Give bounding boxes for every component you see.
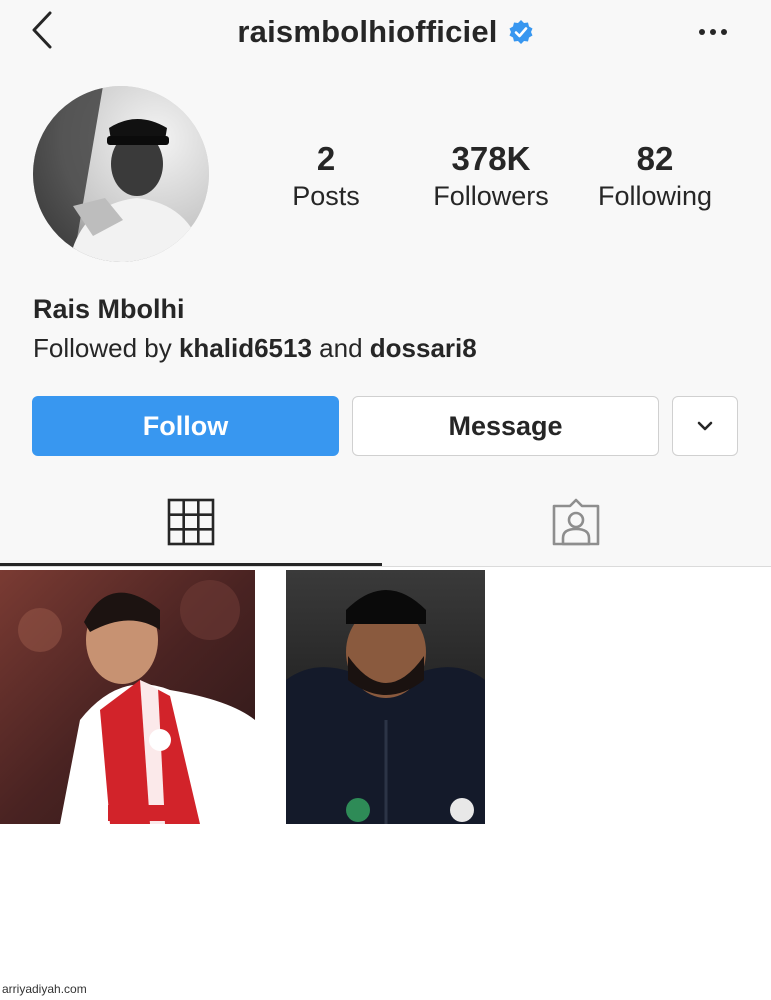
verified-badge-icon	[509, 20, 533, 44]
chevron-down-icon	[697, 421, 713, 431]
posts-count[interactable]: 2 Posts	[270, 140, 382, 214]
following-number: 82	[636, 140, 674, 177]
profile-avatar[interactable]	[33, 86, 209, 262]
tab-grid[interactable]	[156, 494, 226, 550]
more-options-button[interactable]	[689, 18, 737, 46]
followers-count[interactable]: 378K Followers	[420, 140, 562, 214]
followed-by-joiner: and	[311, 333, 370, 363]
profile-username: raismbolhiofficiel	[237, 14, 498, 49]
profile-name: Rais Mbolhi	[33, 294, 185, 324]
dot	[721, 29, 727, 35]
following-label: Following	[597, 181, 713, 211]
followed-by-user-link[interactable]: khalid6513	[179, 333, 312, 363]
followed-by-user-link[interactable]: dossari8	[370, 333, 477, 363]
tab-tagged[interactable]	[541, 494, 611, 550]
tagged-person-icon	[552, 498, 600, 546]
avatar-photo	[33, 86, 209, 262]
grid-icon	[167, 498, 215, 546]
posts-number: 2	[316, 140, 336, 177]
message-button[interactable]: Message	[352, 396, 659, 456]
posts-label: Posts	[292, 181, 360, 211]
post-image	[286, 570, 485, 824]
followers-label: Followers	[433, 181, 549, 211]
tab-divider	[0, 566, 771, 567]
post-thumbnail[interactable]	[0, 570, 255, 824]
dot	[710, 29, 716, 35]
followers-number: 378K	[451, 140, 531, 177]
follow-button[interactable]: Follow	[32, 396, 339, 456]
profile-header-area	[0, 0, 771, 566]
post-image	[0, 570, 255, 824]
followed-by-text: Followed by khalid6513 and dossari8	[33, 333, 477, 364]
post-thumbnail[interactable]	[286, 570, 485, 824]
header-title: raismbolhiofficiel	[0, 10, 771, 54]
source-watermark: arriyadiyah.com	[2, 982, 87, 996]
following-count[interactable]: 82 Following	[586, 140, 724, 214]
dot	[699, 29, 705, 35]
suggested-dropdown-button[interactable]	[672, 396, 738, 456]
followed-by-prefix: Followed by	[33, 333, 179, 363]
